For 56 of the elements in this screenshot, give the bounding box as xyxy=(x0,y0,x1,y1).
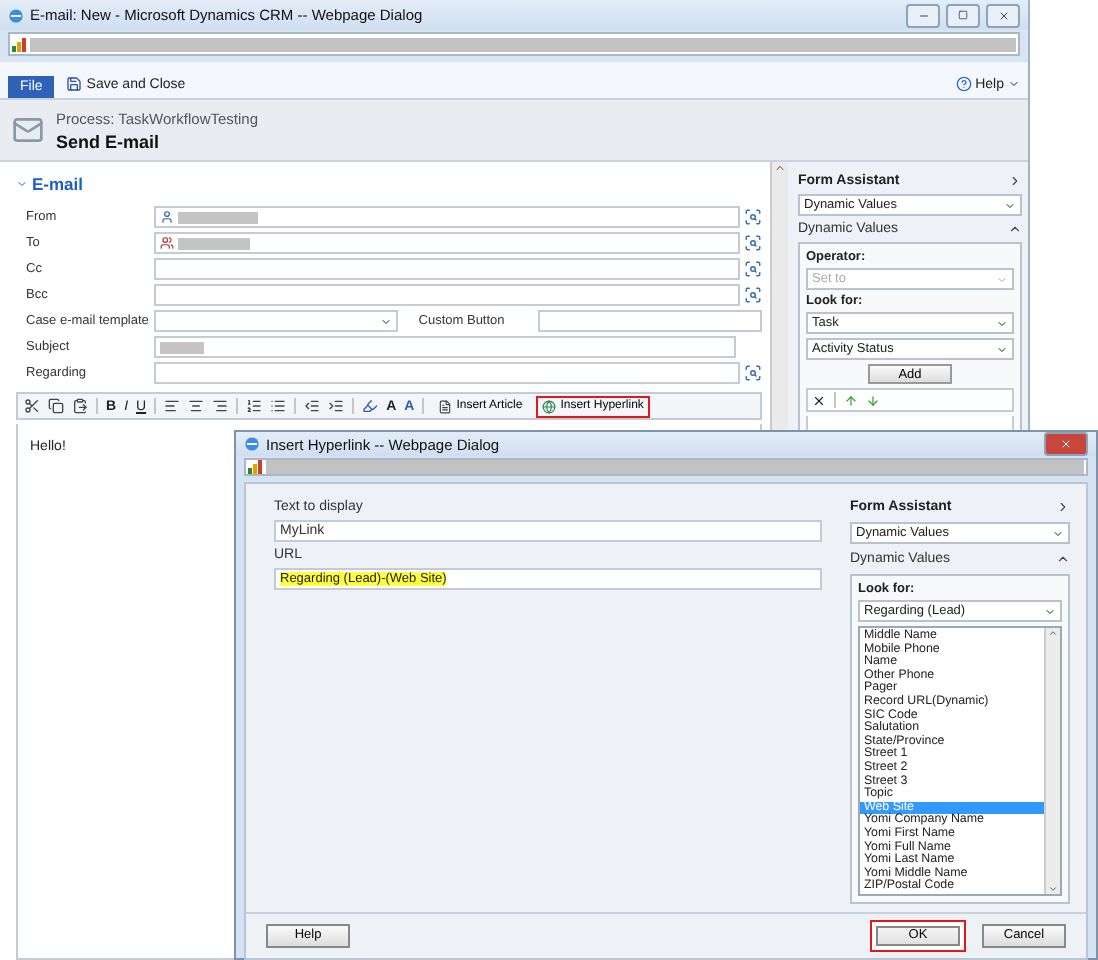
globe-icon xyxy=(542,399,557,413)
scroll-up-icon xyxy=(1048,628,1058,638)
lookup-field[interactable] xyxy=(154,232,740,254)
lookup-field[interactable] xyxy=(154,258,740,280)
outdent-icon[interactable] xyxy=(304,398,321,414)
user-icon xyxy=(160,210,174,224)
section-header[interactable]: E-mail xyxy=(16,174,762,194)
bullet-list-icon[interactable] xyxy=(270,398,287,414)
move-down-icon[interactable] xyxy=(866,393,880,407)
delete-icon[interactable] xyxy=(812,393,826,407)
move-up-icon[interactable] xyxy=(844,393,858,407)
chevron-right-icon[interactable] xyxy=(1008,174,1022,188)
contact-icon xyxy=(160,236,174,250)
scissors-icon[interactable] xyxy=(24,398,40,414)
chart-logo-icon xyxy=(248,460,262,474)
collapse-icon[interactable] xyxy=(1056,552,1070,566)
text-field[interactable] xyxy=(538,310,762,332)
lookup-icon[interactable] xyxy=(744,364,762,382)
lookup-icon[interactable] xyxy=(744,234,762,252)
redacted-value xyxy=(178,211,258,223)
document-icon xyxy=(438,399,453,413)
align-right-icon[interactable] xyxy=(212,398,229,414)
close-icon xyxy=(1060,438,1072,450)
align-center-icon[interactable] xyxy=(188,398,205,414)
align-left-icon[interactable] xyxy=(164,398,181,414)
lookup-field[interactable] xyxy=(154,206,740,228)
browser-icon xyxy=(8,7,24,23)
chart-logo-icon xyxy=(12,37,26,51)
close-button[interactable] xyxy=(1044,432,1088,456)
paste-icon[interactable] xyxy=(72,398,88,414)
scrollbar[interactable] xyxy=(1044,628,1060,894)
form-title: Send E-mail xyxy=(56,131,162,151)
indent-icon[interactable] xyxy=(328,398,345,414)
highlight-icon[interactable] xyxy=(362,398,379,414)
text-field[interactable] xyxy=(154,336,736,358)
copy-icon[interactable] xyxy=(48,398,64,414)
collapse-icon[interactable] xyxy=(1008,222,1022,236)
maximize-button[interactable] xyxy=(946,3,980,27)
maximize-icon xyxy=(958,10,968,20)
redacted-value xyxy=(160,341,204,353)
minimize-icon xyxy=(917,9,929,21)
lookup-icon[interactable] xyxy=(744,286,762,304)
scroll-down-icon xyxy=(1048,883,1058,894)
envelope-icon xyxy=(12,114,44,146)
redacted-value xyxy=(178,237,250,249)
lookup-icon[interactable] xyxy=(744,208,762,226)
browser-icon xyxy=(244,436,260,452)
help-icon xyxy=(955,76,972,92)
lookup-field[interactable] xyxy=(154,284,740,306)
scroll-up-icon xyxy=(774,162,786,174)
chevron-right-icon[interactable] xyxy=(1056,500,1070,514)
numbered-list-icon[interactable] xyxy=(246,398,263,414)
save-icon xyxy=(66,76,83,92)
close-icon xyxy=(997,9,1009,21)
lookup-icon[interactable] xyxy=(744,260,762,278)
lookup-field[interactable] xyxy=(154,362,740,384)
